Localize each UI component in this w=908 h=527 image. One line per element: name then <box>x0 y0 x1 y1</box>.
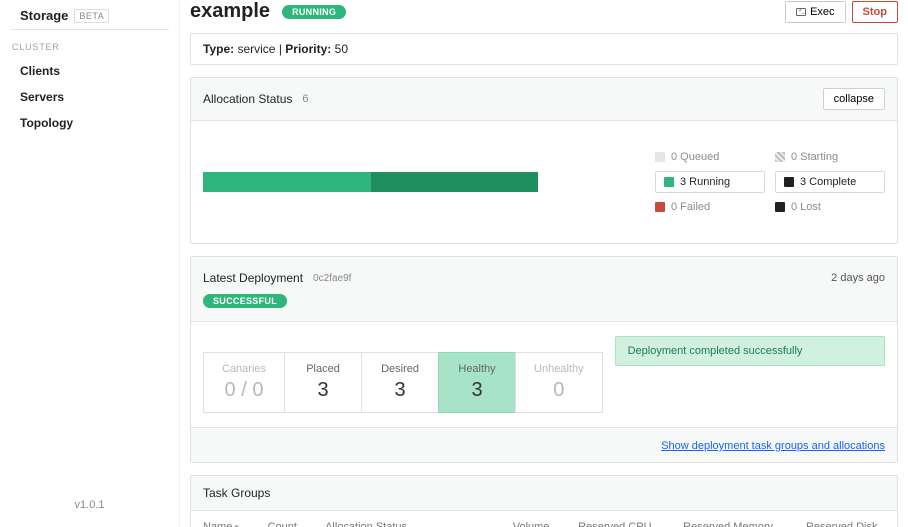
deployment-id: 0c2fae9f <box>313 273 351 284</box>
allocation-bar <box>203 172 538 192</box>
version-label: v1.0.1 <box>10 491 169 519</box>
sort-icon: ▾ <box>234 522 239 527</box>
type-value: service <box>237 42 275 56</box>
latest-deployment-title: Latest Deployment <box>203 271 303 285</box>
latest-deployment-panel: Latest Deployment 0c2fae9f 2 days ago SU… <box>190 256 898 463</box>
deployment-message: Deployment completed successfully <box>615 336 885 366</box>
legend-failed: 0 Failed <box>655 201 765 213</box>
legend-queued: 0 Queued <box>655 151 765 163</box>
legend-lost: 0 Lost <box>775 201 885 213</box>
task-groups-table: Name▾ Count Allocation Status Volume Res… <box>191 511 897 527</box>
col-count[interactable]: Count <box>256 511 314 527</box>
metric-healthy: Healthy3 <box>438 352 516 413</box>
metric-placed: Placed3 <box>284 352 362 413</box>
terminal-icon <box>796 8 806 16</box>
cluster-section-label: CLUSTER <box>12 42 169 52</box>
task-groups-panel: Task Groups Name▾ Count Allocation Statu… <box>190 475 898 527</box>
beta-badge: BETA <box>74 9 109 23</box>
job-status-badge: RUNNING <box>282 5 346 19</box>
metric-canaries: Canaries0 / 0 <box>203 352 285 413</box>
main-content: example RUNNING Exec Stop Type: service … <box>180 0 908 527</box>
sidebar-item-topology[interactable]: Topology <box>10 110 169 136</box>
sidebar: Storage BETA CLUSTER Clients Servers Top… <box>0 0 180 527</box>
square-icon <box>664 177 674 187</box>
square-icon <box>655 202 665 212</box>
square-icon <box>655 152 665 162</box>
allocation-bar-complete <box>371 172 539 192</box>
col-name[interactable]: Name▾ <box>191 511 256 527</box>
exec-button-label: Exec <box>810 6 834 18</box>
collapse-button[interactable]: collapse <box>823 88 885 110</box>
allocation-bar-running <box>203 172 371 192</box>
type-label: Type: <box>203 42 234 56</box>
legend-starting: 0 Starting <box>775 151 885 163</box>
col-mem[interactable]: Reserved Memory <box>671 511 794 527</box>
sidebar-item-clients[interactable]: Clients <box>10 58 169 84</box>
exec-button[interactable]: Exec <box>785 1 845 23</box>
priority-label: Priority: <box>285 42 331 56</box>
deployment-age: 2 days ago <box>831 272 885 284</box>
metric-desired: Desired3 <box>361 352 439 413</box>
deployment-status-badge: SUCCESSFUL <box>203 294 287 308</box>
col-disk[interactable]: Reserved Disk <box>794 511 897 527</box>
stripe-icon <box>775 152 785 162</box>
show-deployment-link[interactable]: Show deployment task groups and allocati… <box>661 440 885 452</box>
task-groups-title: Task Groups <box>203 486 270 500</box>
sidebar-item-servers[interactable]: Servers <box>10 84 169 110</box>
page-header: example RUNNING Exec Stop <box>190 0 898 23</box>
col-cpu[interactable]: Reserved CPU <box>566 511 671 527</box>
job-name: example <box>190 0 270 23</box>
metric-unhealthy: Unhealthy0 <box>515 352 603 413</box>
allocation-legend: 0 Queued 0 Starting 3 Running 3 Complete… <box>655 151 885 213</box>
allocation-status-panel: Allocation Status 6 collapse 0 Queued 0 … <box>190 77 898 244</box>
legend-complete[interactable]: 3 Complete <box>775 171 885 193</box>
priority-value: 50 <box>335 42 348 56</box>
allocation-status-title: Allocation Status <box>203 92 292 106</box>
legend-running[interactable]: 3 Running <box>655 171 765 193</box>
square-icon <box>784 177 794 187</box>
col-volume[interactable]: Volume <box>501 511 566 527</box>
job-meta-panel: Type: service | Priority: 50 <box>190 33 898 65</box>
allocation-count: 6 <box>302 93 308 105</box>
stop-button-label: Stop <box>863 6 887 18</box>
square-icon <box>775 202 785 212</box>
stop-button[interactable]: Stop <box>852 1 898 23</box>
sidebar-storage-title[interactable]: Storage <box>20 8 68 23</box>
col-alloc[interactable]: Allocation Status <box>313 511 501 527</box>
